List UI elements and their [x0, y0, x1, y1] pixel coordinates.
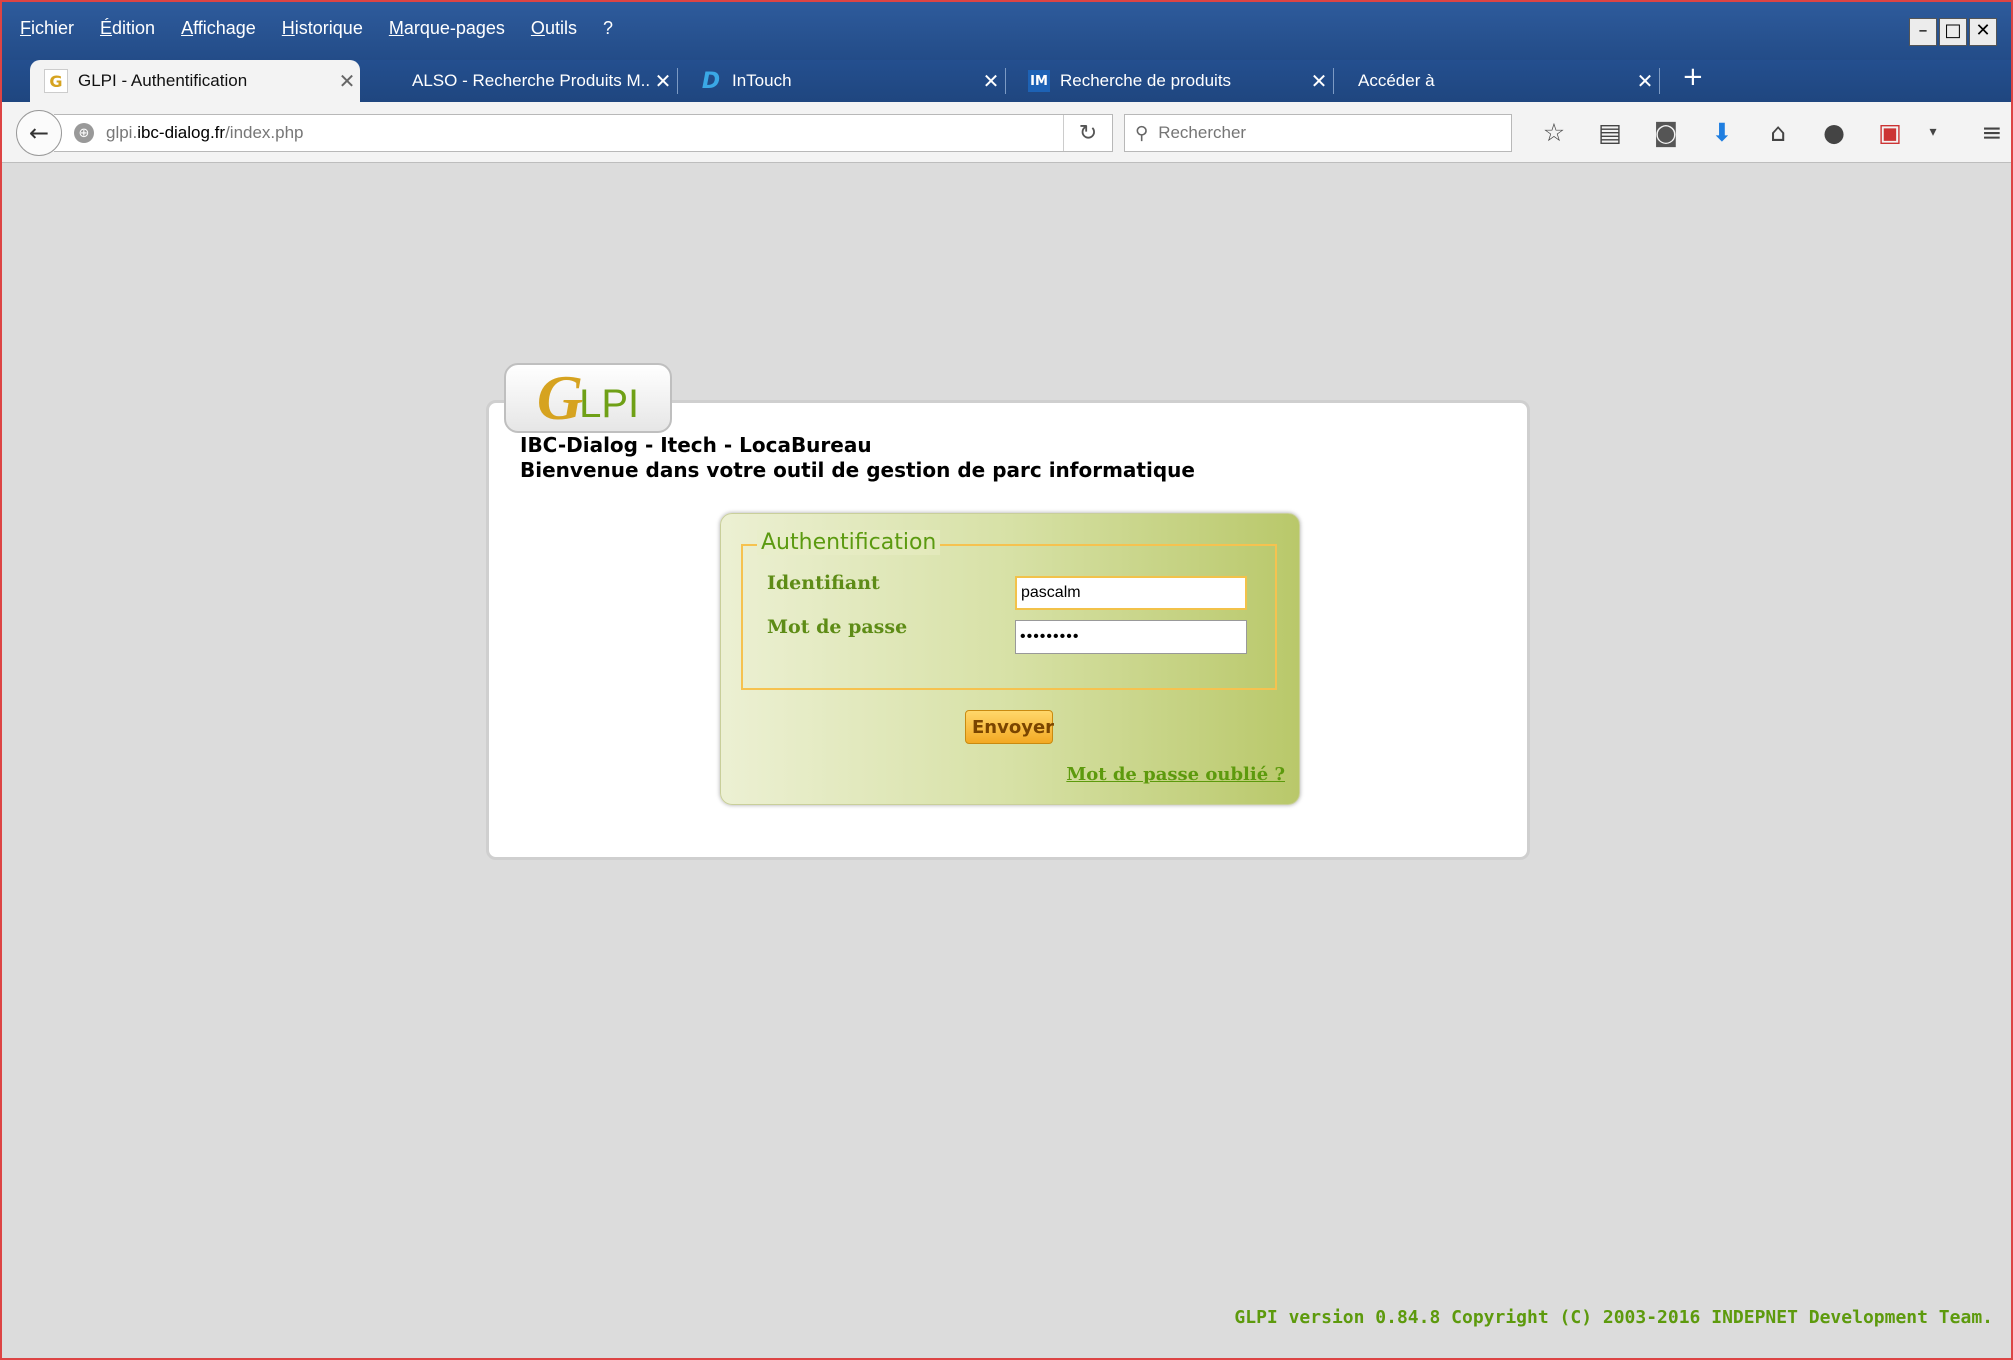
close-tab-icon[interactable]: ✕ [1632, 69, 1658, 93]
search-icon: ⚲ [1135, 122, 1149, 144]
browser-window: Fichier Édition Affichage Historique Mar… [0, 0, 2013, 1360]
tab-title: Recherche de produits [1060, 71, 1232, 90]
menu-fichier[interactable]: Fichier [20, 18, 74, 39]
hamburger-menu-icon[interactable]: ≡ [1964, 114, 2011, 150]
url-bar[interactable]: ⊕ glpi.ibc-dialog.fr/index.php ↻ [54, 114, 1113, 152]
close-tab-icon[interactable]: ✕ [334, 69, 360, 93]
intouch-d-icon: D [701, 68, 721, 94]
bookmark-star-icon[interactable]: ☆ [1526, 114, 1582, 150]
tab-separator [1005, 68, 1006, 94]
tab-acceder-a[interactable]: Accéder à ✕ [1340, 60, 1660, 102]
menu-historique[interactable]: Historique [282, 18, 363, 39]
toolbar-icons: ☆ ▤ ◙ ⬇ ⌂ ● ▣ ▾ ≡ [1526, 114, 2011, 150]
chat-bubble-icon[interactable]: ● [1806, 114, 1862, 150]
close-tab-icon[interactable]: ✕ [978, 69, 1004, 93]
search-bar[interactable]: ⚲ [1124, 114, 1512, 152]
authentication-fieldset: Authentification Identifiant Mot de pass… [741, 530, 1277, 690]
authentication-box: Authentification Identifiant Mot de pass… [720, 513, 1300, 805]
password-input[interactable] [1015, 620, 1247, 654]
window-controls: – □ ✕ [1909, 18, 1997, 46]
close-window-icon[interactable]: ✕ [1969, 18, 1997, 46]
menu-bar: Fichier Édition Affichage Historique Mar… [2, 2, 2011, 60]
tab-title: InTouch [732, 71, 792, 90]
pocket-icon[interactable]: ◙ [1638, 114, 1694, 150]
tab-title: ALSO - Recherche Produits M... [412, 71, 650, 90]
tab-separator [1659, 68, 1660, 94]
logo-letters-lpi: LPI [579, 382, 640, 426]
menu-marque-pages[interactable]: Marque-pages [389, 18, 505, 39]
tab-intouch[interactable]: D InTouch ✕ [686, 60, 1006, 102]
menu-affichage[interactable]: Affichage [181, 18, 256, 39]
tab-also[interactable]: ALSO - Recherche Produits M... ✕ [394, 60, 678, 102]
tab-glpi-authentification[interactable]: G GLPI - Authentification ✕ [30, 60, 360, 102]
organization-title: IBC-Dialog - Itech - LocaBureau [520, 433, 872, 457]
im-icon: IM [1028, 70, 1050, 92]
url-text: glpi.ibc-dialog.fr/index.php [106, 123, 304, 143]
authentication-legend: Authentification [757, 530, 941, 555]
glpi-g-icon: G [44, 69, 68, 93]
url-prefix: glpi. [106, 123, 138, 142]
close-tab-icon[interactable]: ✕ [1306, 69, 1332, 93]
welcome-text: Bienvenue dans votre outil de gestion de… [520, 458, 1195, 482]
menu-help[interactable]: ? [603, 18, 613, 39]
forgot-password-link[interactable]: Mot de passe oublié ? [1066, 764, 1285, 785]
logo-letter-g: G [536, 362, 584, 433]
download-icon[interactable]: ⬇ [1694, 114, 1750, 150]
password-label: Mot de passe [767, 616, 908, 638]
tab-strip: G GLPI - Authentification ✕ ALSO - Reche… [2, 60, 2011, 102]
bookmarks-list-icon[interactable]: ▤ [1582, 114, 1638, 150]
minimize-icon[interactable]: – [1909, 18, 1937, 46]
tab-title: Accéder à [1358, 71, 1435, 90]
tab-separator [1333, 68, 1334, 94]
url-domain: ibc-dialog.fr [137, 123, 226, 142]
close-tab-icon[interactable]: ✕ [650, 69, 676, 93]
version-footer: GLPI version 0.84.8 Copyright (C) 2003-2… [1234, 1307, 1993, 1328]
menu: Fichier Édition Affichage Historique Mar… [20, 18, 613, 39]
envoyer-button[interactable]: Envoyer [965, 710, 1054, 744]
username-input[interactable] [1015, 576, 1247, 610]
page-content: G LPI IBC-Dialog - Itech - LocaBureau Bi… [2, 163, 2011, 1358]
new-tab-plus-icon[interactable]: + [1682, 62, 1704, 92]
tab-recherche-de-produits[interactable]: IM Recherche de produits ✕ [1014, 60, 1334, 102]
menu-edition[interactable]: Édition [100, 18, 155, 39]
search-input[interactable] [1156, 122, 1481, 144]
maximize-icon[interactable]: □ [1939, 18, 1967, 46]
glpi-logo: G LPI [504, 363, 672, 433]
reload-icon[interactable]: ↻ [1063, 115, 1112, 151]
menu-outils[interactable]: Outils [531, 18, 577, 39]
globe-icon: ⊕ [74, 123, 94, 143]
navigation-toolbar: ⊕ glpi.ibc-dialog.fr/index.php ↻ ← ⚲ ☆ ▤… [2, 102, 2011, 163]
tab-title: GLPI - Authentification [78, 71, 248, 90]
username-label: Identifiant [767, 572, 880, 594]
url-path: /index.php [225, 123, 304, 142]
chevron-down-icon[interactable]: ▾ [1918, 114, 1948, 150]
pdf-addon-icon[interactable]: ▣ [1862, 114, 1918, 150]
tab-separator [677, 68, 678, 94]
home-icon[interactable]: ⌂ [1750, 114, 1806, 150]
back-arrow-icon[interactable]: ← [16, 110, 62, 156]
